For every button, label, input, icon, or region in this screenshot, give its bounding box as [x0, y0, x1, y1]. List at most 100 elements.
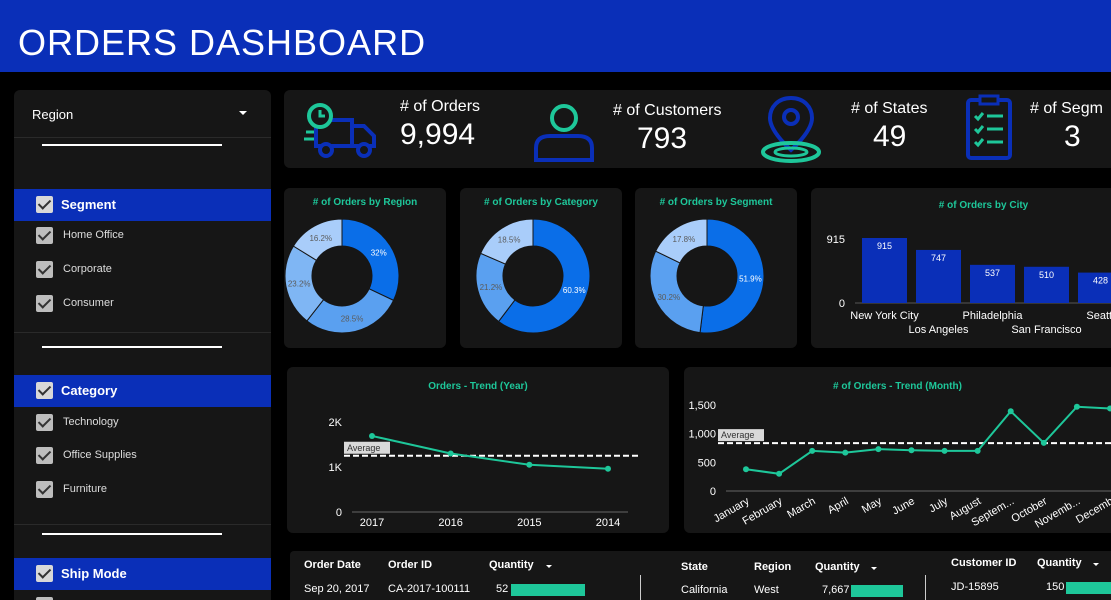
checkbox[interactable] — [36, 414, 53, 431]
table-divider — [640, 575, 641, 600]
slice-label: 23.2% — [288, 280, 311, 289]
slice-label: 16.2% — [309, 234, 332, 243]
x-tick-label: Decemb — [1074, 495, 1111, 526]
filter-sidebar: Region Segment Home Office Corporate Con… — [14, 90, 271, 600]
sort-caret-icon[interactable] — [871, 567, 877, 570]
kpi-label: # of States — [851, 100, 928, 117]
kpi-customers: # of Customers 793 — [524, 90, 764, 168]
x-tick-label: 2015 — [517, 517, 541, 529]
category-option-furniture[interactable]: Furniture — [14, 474, 271, 506]
bar-value-label: 915 — [877, 241, 892, 251]
column-header-quantity[interactable]: Quantity — [1037, 557, 1082, 569]
sort-caret-icon[interactable] — [1093, 563, 1099, 566]
column-header-customer-id[interactable]: Customer ID — [951, 557, 1016, 569]
data-point — [776, 470, 783, 477]
orders-by-category-donut: 60.3% 21.2% 18.5% — [475, 218, 591, 334]
bar-value-label: 537 — [985, 268, 1000, 278]
divider — [42, 346, 222, 348]
y-tick-label: 1K — [329, 462, 343, 474]
option-label: Furniture — [63, 483, 108, 495]
bar-value-label: 510 — [1039, 270, 1054, 280]
checkbox[interactable] — [36, 295, 53, 312]
slice-label: 32% — [371, 249, 387, 258]
checkbox[interactable] — [36, 227, 53, 244]
column-header-quantity[interactable]: Quantity — [489, 559, 534, 571]
kpi-value: 793 — [637, 122, 688, 155]
slice-label: 60.3% — [563, 286, 586, 295]
data-point — [743, 466, 749, 473]
ship-mode-filter-header[interactable]: Ship Mode — [14, 558, 271, 590]
category-filter-header[interactable]: Category — [14, 375, 271, 407]
orders-trend-month-card: # of Orders - Trend (Month) 1,500 1,000 50… — [684, 367, 1111, 533]
orders-by-region-donut: 32% 28.5% 23.2% 16.2% — [284, 218, 400, 334]
segment-filter-label: Segment — [61, 197, 116, 212]
quantity-bar — [1066, 582, 1111, 594]
separator — [14, 524, 271, 525]
cell-state: California — [681, 584, 728, 596]
data-point — [526, 461, 533, 468]
kpi-segments: # of Segm 3 — [960, 90, 1111, 168]
cell-quantity: 150 — [1046, 581, 1065, 593]
region-dropdown-label: Region — [32, 107, 74, 122]
cell-order-date: Sep 20, 2017 — [304, 583, 370, 595]
sort-caret-icon[interactable] — [546, 565, 552, 568]
x-tick-label: 2014 — [596, 517, 620, 529]
segment-filter-header[interactable]: Segment — [14, 189, 271, 221]
divider — [42, 144, 222, 146]
column-header-region[interactable]: Region — [754, 561, 791, 573]
orders-by-region-card: # of Orders by Region 32% 28.5% 23.2% 16.2% — [284, 188, 446, 348]
y-tick-label: 1,000 — [688, 429, 716, 441]
cell-region: West — [754, 584, 779, 596]
segment-option-home-office[interactable]: Home Office — [14, 220, 271, 252]
y-tick-label: 0 — [336, 507, 342, 519]
x-tick-label: 2017 — [360, 517, 384, 529]
x-tick-label: March — [785, 495, 817, 521]
checkbox[interactable] — [36, 481, 53, 498]
checklist-icon — [966, 94, 1012, 160]
chevron-down-icon — [239, 111, 247, 115]
table-divider — [925, 575, 926, 600]
page-title: ORDERS DASHBOARD — [18, 22, 427, 63]
category-label: Seattl — [1086, 310, 1111, 322]
column-header-state[interactable]: State — [681, 561, 708, 573]
column-header-order-id[interactable]: Order ID — [388, 559, 432, 571]
delivery-truck-icon — [304, 103, 376, 158]
data-point — [908, 447, 915, 454]
x-tick-label: May — [860, 495, 884, 516]
region-dropdown[interactable]: Region — [14, 90, 271, 138]
data-point — [974, 447, 981, 454]
data-point — [1073, 403, 1080, 410]
kpi-value: 49 — [873, 120, 907, 153]
category-select-all-checkbox[interactable] — [36, 382, 53, 399]
column-header-order-date[interactable]: Order Date — [304, 559, 361, 571]
donut-hole — [503, 246, 563, 306]
orders-by-category-card: # of Orders by Category 60.3% 21.2% 18.5% — [460, 188, 622, 348]
orders-by-city-bar-chart: 915 0 915 New York City 747 Los Angeles 537 Phi… — [827, 234, 1111, 336]
option-label: Home Office — [63, 229, 124, 241]
data-point — [875, 446, 882, 453]
separator — [14, 332, 271, 333]
cell-quantity: 7,667 — [822, 584, 850, 596]
checkbox[interactable] — [36, 447, 53, 464]
user-icon — [534, 104, 594, 162]
category-option-office-supplies[interactable]: Office Supplies — [14, 440, 271, 472]
chart-title: # of Orders by Region — [312, 197, 418, 208]
ship-mode-option[interactable] — [14, 590, 271, 600]
y-tick-label: 1,500 — [688, 400, 716, 412]
kpi-orders: # of Orders 9,994 — [284, 90, 514, 168]
orders-by-segment-card: # of Orders by Segment 51.9% 30.2% 17.8% — [635, 188, 797, 348]
y-tick-label: 0 — [710, 486, 716, 498]
category-option-technology[interactable]: Technology — [14, 407, 271, 439]
slice-label: 51.9% — [739, 275, 762, 284]
segment-option-corporate[interactable]: Corporate — [14, 254, 271, 286]
quantity-bar-track — [1066, 582, 1111, 594]
checkbox[interactable] — [36, 261, 53, 278]
kpi-states: # of States 49 — [754, 90, 954, 168]
column-header-quantity[interactable]: Quantity — [815, 561, 860, 573]
segment-select-all-checkbox[interactable] — [36, 196, 53, 213]
map-pin-icon — [761, 95, 821, 163]
kpi-value: 3 — [1064, 120, 1081, 153]
segment-option-consumer[interactable]: Consumer — [14, 288, 271, 320]
kpi-label: # of Customers — [613, 102, 722, 119]
ship-mode-select-all-checkbox[interactable] — [36, 565, 53, 582]
